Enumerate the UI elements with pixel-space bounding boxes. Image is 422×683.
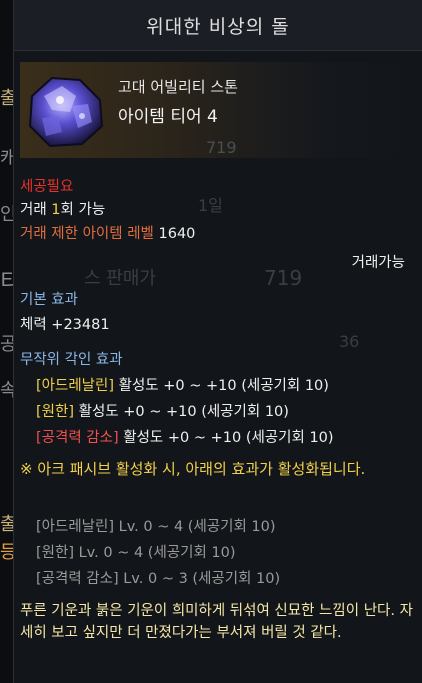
carve-required: 세공필요	[20, 179, 74, 195]
basic-effect-stat: 체력 +23481	[20, 317, 110, 333]
ark-line-1: [원한] Lv. 0 ~ 4 (세공기회 10)	[36, 545, 236, 561]
basic-effect-heading: 기본 효과	[20, 292, 78, 308]
bg-price-value: 719	[264, 266, 303, 290]
bg-qty: 1일	[198, 196, 223, 215]
engrave-line-2: [공격력 감소] 활성도 +0 ~ +10 (세공기회 10)	[36, 430, 334, 446]
item-grade: 고대 어빌리티 스톤	[118, 78, 238, 96]
tradeable-status: 거래가능	[351, 255, 405, 271]
engrave-line-1: [원한] 활성도 +0 ~ +10 (세공기회 10)	[36, 404, 289, 420]
flavor-text: 푸른 기운과 붉은 기운이 희미하게 뒤섞여 신묘한 느낌이 난다. 자세히 보…	[20, 603, 413, 641]
ability-stone-icon	[28, 76, 104, 148]
item-summary: 고대 어빌리티 스톤 아이템 티어 4 719	[20, 62, 420, 158]
item-tooltip: 위대한 비상의 돌 고대 어빌리티 스톤 아이템 티어 4 719 세공필요 거…	[13, 0, 422, 683]
trade-level: 거래 제한 아이템 레벨 1640	[20, 222, 195, 243]
trade-level-label: 거래 제한 아이템 레벨	[20, 226, 154, 242]
ark-passive-notice: ※ 아크 패시브 활성화 시, 아래의 효과가 활성화됩니다.	[20, 460, 366, 478]
trade-count-number: 1	[51, 202, 61, 218]
ark-line-0: [아드레날린] Lv. 0 ~ 4 (세공기회 10)	[36, 519, 276, 535]
ark-line-2: [공격력 감소] Lv. 0 ~ 3 (세공기회 10)	[36, 571, 281, 587]
engrave-line-0: [아드레날린] 활성도 +0 ~ +10 (세공기회 10)	[36, 378, 329, 394]
random-engrave-heading: 무작위 각인 효과	[20, 352, 123, 368]
bg-price-label: 스 판매가	[84, 268, 156, 289]
bg-num: 36	[339, 332, 360, 351]
trade-level-value: 1640	[158, 226, 196, 242]
item-tier: 아이템 티어 4	[118, 107, 218, 127]
bg-ghost-value: 719	[206, 138, 237, 157]
trade-count: 거래 1회 가능	[20, 202, 106, 218]
tooltip-title: 위대한 비상의 돌	[14, 0, 422, 51]
